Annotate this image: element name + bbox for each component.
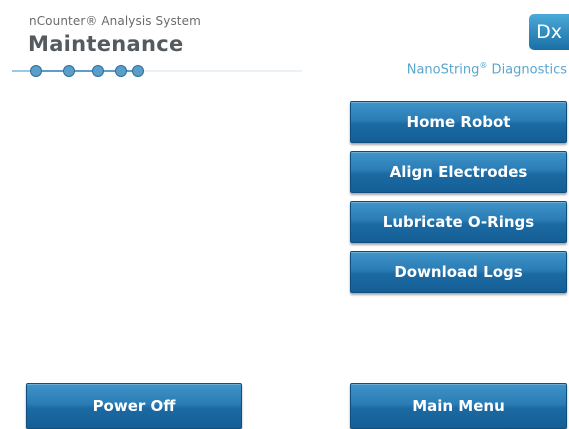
align-electrodes-button[interactable]: Align Electrodes (350, 151, 567, 193)
brand-name-suffix: Diagnostics (487, 62, 567, 78)
main-menu-button[interactable]: Main Menu (350, 383, 567, 429)
power-off-button[interactable]: Power Off (26, 383, 242, 429)
lubricate-orings-button[interactable]: Lubricate O-Rings (350, 201, 567, 243)
progress-dot (30, 65, 42, 77)
home-robot-button[interactable]: Home Robot (350, 101, 567, 143)
progress-dot (132, 65, 144, 77)
brand-name: NanoString® Diagnostics (407, 61, 567, 77)
progress-dot (92, 65, 104, 77)
progress-dot (63, 65, 75, 77)
progress-dot (115, 65, 127, 77)
download-logs-button[interactable]: Download Logs (350, 251, 567, 293)
brand-name-main: NanoString (406, 62, 480, 78)
progress-indicator (12, 65, 302, 77)
page-title: Maintenance (28, 32, 184, 56)
app-title: nCounter® Analysis System (29, 14, 201, 28)
dx-badge: Dx (529, 14, 569, 50)
